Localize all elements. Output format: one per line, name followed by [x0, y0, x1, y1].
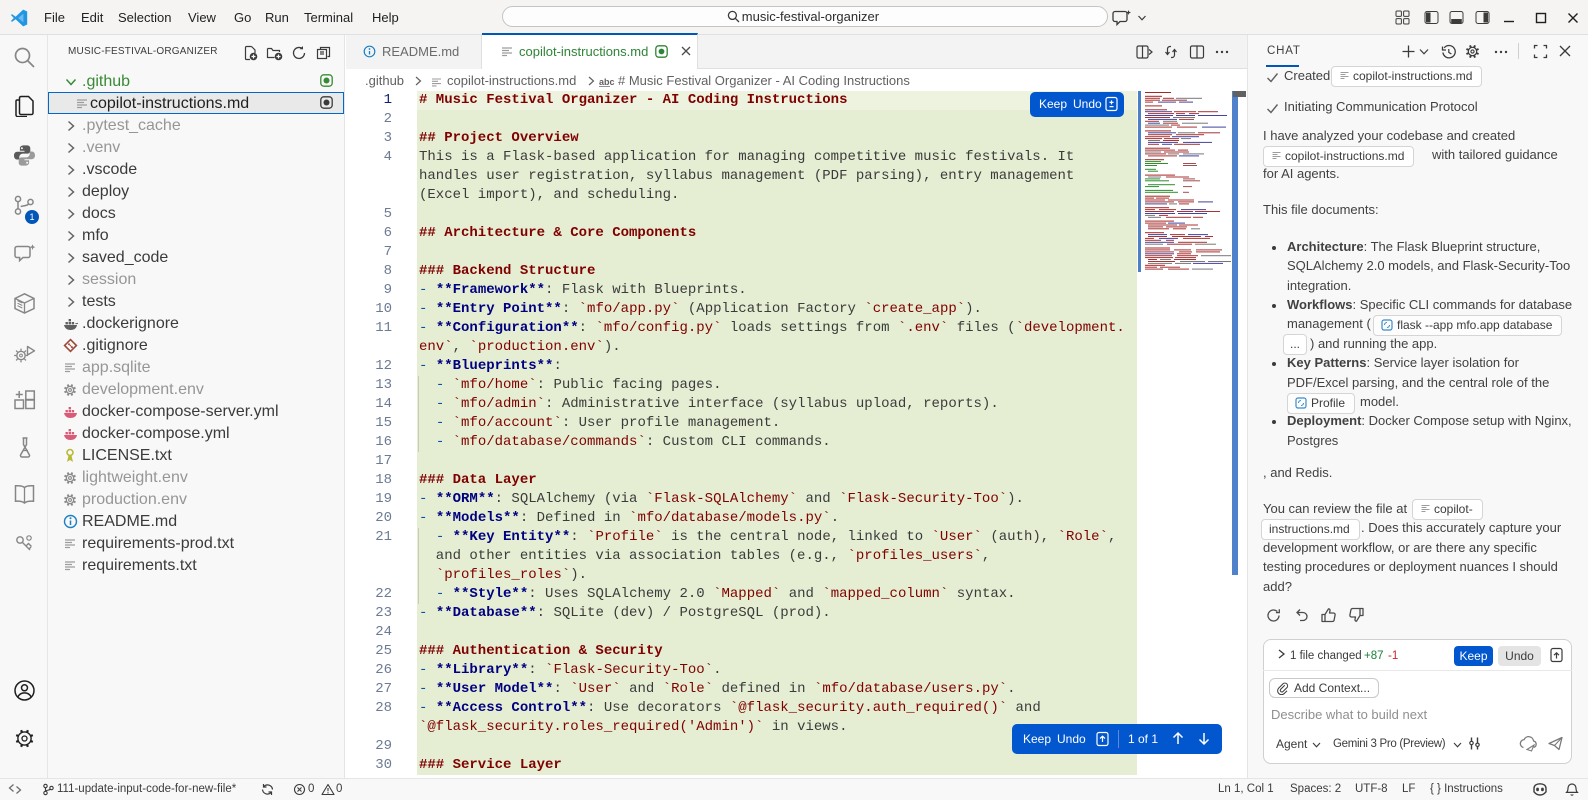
svg-text:abc: abc: [599, 77, 615, 87]
